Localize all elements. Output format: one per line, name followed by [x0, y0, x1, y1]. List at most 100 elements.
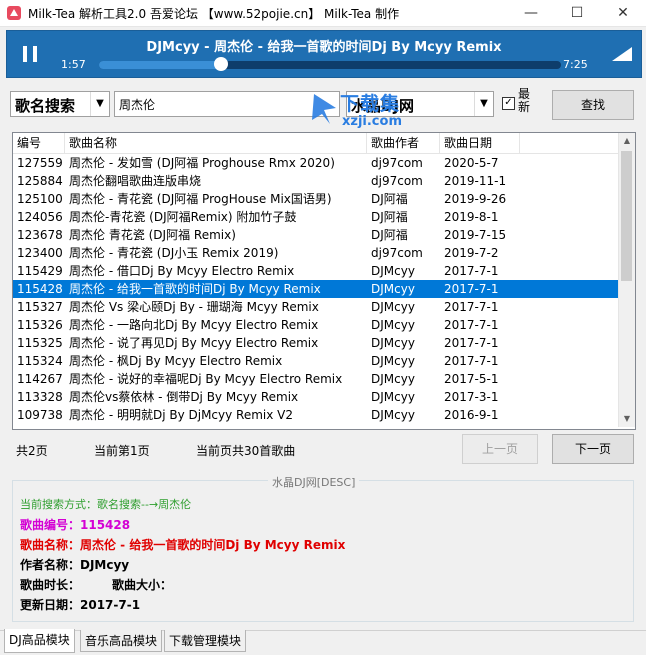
cell-id: 114267	[17, 372, 63, 386]
header-author[interactable]: 歌曲作者	[367, 133, 440, 153]
cell-name: 周杰伦 Vs 梁心颐Dj By - 珊瑚海 Mcyy Remix	[69, 300, 319, 314]
details-group-title: 水晶DJ网[DESC]	[268, 474, 360, 490]
header-id[interactable]: 编号	[13, 133, 65, 153]
table-row[interactable]: 115325 周杰伦 - 说了再见Dj By Mcyy Electro Remix…	[13, 334, 619, 352]
table-row[interactable]: 125100 周杰伦 - 青花瓷 (DJ阿福 ProgHouse Mix国语男) D…	[13, 190, 619, 208]
author-text: 作者名称：DJMcyy	[20, 558, 130, 572]
cell-name: 周杰伦 - 一路向北Dj By Mcyy Electro Remix	[69, 318, 319, 332]
cell-author: DJMcyy	[371, 282, 415, 296]
tab-download-module[interactable]: 下载管理模块	[164, 630, 247, 652]
cell-id: 109738	[17, 408, 63, 422]
source-value: 水晶DJ网	[351, 97, 415, 115]
cell-author: DJMcyy	[371, 372, 415, 386]
cell-id: 125100	[17, 192, 63, 206]
cell-id: 115326	[17, 318, 63, 332]
cell-name: 周杰伦 - 青花瓷 (DJ小玉 Remix 2019)	[69, 246, 279, 260]
cell-id: 115429	[17, 264, 63, 278]
cell-author: DJ阿福	[371, 228, 408, 242]
close-button[interactable]: ✕	[600, 0, 646, 26]
search-mode-value: 歌名搜索	[15, 97, 76, 115]
table-row[interactable]: 113328 周杰伦vs蔡依林 - 倒带Dj By Mcyy Remix DJMcy…	[13, 388, 619, 406]
cell-date: 2020-5-7	[444, 156, 499, 170]
cell-id: 127559	[17, 156, 63, 170]
cell-id: 123678	[17, 228, 63, 242]
table-row[interactable]: 124056 周杰伦-青花瓷 (DJ阿福Remix) 附加竹子鼓 DJ阿福 2019-…	[13, 208, 619, 226]
chevron-down-icon[interactable]: ▼	[90, 92, 109, 116]
table-row[interactable]: 115428 周杰伦 - 给我一首歌的时间Dj By Mcyy Remix DJMc…	[13, 280, 619, 298]
prev-page-button[interactable]: 上一页	[462, 434, 538, 464]
table-row[interactable]: 125884 周杰伦翻唱歌曲连版串烧 dj97com 2019-11-1	[13, 172, 619, 190]
table-row[interactable]: 123678 周杰伦 青花瓷 (DJ阿福 Remix) DJ阿福 2019-7-15	[13, 226, 619, 244]
player-bar: DJMcyy - 周杰伦 - 给我一首歌的时间Dj By Mcyy Remix …	[6, 30, 642, 78]
source-select[interactable]: 水晶DJ网 ▼	[346, 91, 494, 117]
cell-author: DJMcyy	[371, 336, 415, 350]
window-title: Milk-Tea 解析工具2.0 吾爱论坛 【www.52pojie.cn】 M…	[28, 7, 400, 21]
scroll-up-icon[interactable]: ▲	[619, 133, 635, 149]
cell-date: 2019-7-15	[444, 228, 507, 242]
table-row[interactable]: 115429 周杰伦 - 借口Dj By Mcyy Electro Remix DJ…	[13, 262, 619, 280]
cell-date: 2017-7-1	[444, 336, 499, 350]
cell-date: 2017-7-1	[444, 318, 499, 332]
cell-name: 周杰伦 - 借口Dj By Mcyy Electro Remix	[69, 264, 295, 278]
page-song-count: 当前页共30首歌曲	[196, 444, 296, 458]
maximize-button[interactable]: ☐	[554, 0, 600, 26]
update-date-text: 更新日期：2017-7-1	[20, 598, 141, 612]
table-row[interactable]: 114267 周杰伦 - 说好的幸福呢Dj By Mcyy Electro Rem…	[13, 370, 619, 388]
progress-thumb[interactable]	[213, 57, 228, 71]
table-body: 127559 周杰伦 - 发如雪 (DJ阿福 Proghouse Rmx 2020…	[13, 154, 619, 424]
cell-author: dj97com	[371, 174, 423, 188]
table-row[interactable]: 115326 周杰伦 - 一路向北Dj By Mcyy Electro Remix…	[13, 316, 619, 334]
table-scrollbar[interactable]: ▲ ▼	[618, 133, 635, 427]
search-button[interactable]: 查找	[552, 90, 634, 120]
total-pages: 共2页	[16, 444, 48, 458]
next-page-button[interactable]: 下一页	[552, 434, 634, 464]
cell-author: DJ阿福	[371, 192, 408, 206]
cell-date: 2017-7-1	[444, 264, 499, 278]
song-name-text: 歌曲名称：周杰伦 - 给我一首歌的时间Dj By Mcyy Remix	[20, 538, 346, 552]
keyword-input[interactable]	[114, 91, 340, 117]
size-text: 歌曲大小：	[112, 578, 173, 592]
table-row[interactable]: 115324 周杰伦 - 枫Dj By Mcyy Electro Remix DJM…	[13, 352, 619, 370]
track-title: DJMcyy - 周杰伦 - 给我一首歌的时间Dj By Mcyy Remix	[146, 40, 502, 55]
current-page: 当前第1页	[94, 444, 150, 458]
cell-id: 113328	[17, 390, 63, 404]
cell-name: 周杰伦-青花瓷 (DJ阿福Remix) 附加竹子鼓	[69, 210, 297, 224]
scroll-thumb[interactable]	[621, 151, 632, 281]
cell-date: 2017-5-1	[444, 372, 499, 386]
cell-id: 124056	[17, 210, 63, 224]
cell-name: 周杰伦 - 说了再见Dj By Mcyy Electro Remix	[69, 336, 319, 350]
header-date[interactable]: 歌曲日期	[440, 133, 520, 153]
cell-name: 周杰伦 - 发如雪 (DJ阿福 Proghouse Rmx 2020)	[69, 156, 335, 170]
scroll-down-icon[interactable]: ▼	[619, 411, 635, 427]
cell-author: DJMcyy	[371, 408, 415, 422]
table-header: 编号 歌曲名称 歌曲作者 歌曲日期	[13, 133, 619, 154]
cell-id: 125884	[17, 174, 63, 188]
cell-date: 2016-9-1	[444, 408, 499, 422]
header-name[interactable]: 歌曲名称	[65, 133, 367, 153]
duration-text: 歌曲时长：	[20, 578, 81, 592]
cell-id: 123400	[17, 246, 63, 260]
pause-icon[interactable]	[15, 39, 45, 69]
tab-music-module[interactable]: 音乐高品模块	[80, 630, 163, 652]
chevron-down-icon[interactable]: ▼	[474, 92, 493, 116]
table-row[interactable]: 127559 周杰伦 - 发如雪 (DJ阿福 Proghouse Rmx 2020…	[13, 154, 619, 172]
cell-author: DJ阿福	[371, 210, 408, 224]
search-mode-select[interactable]: 歌名搜索 ▼	[10, 91, 110, 117]
table-row[interactable]: 115327 周杰伦 Vs 梁心颐Dj By - 珊瑚海 Mcyy Remix DJ…	[13, 298, 619, 316]
search-method-text: 当前搜索方式：歌名搜索--→周杰伦	[20, 498, 192, 511]
cell-date: 2019-8-1	[444, 210, 499, 224]
title-bar: Milk-Tea 解析工具2.0 吾爱论坛 【www.52pojie.cn】 M…	[0, 0, 646, 27]
cell-id: 115327	[17, 300, 63, 314]
table-row[interactable]: 123400 周杰伦 - 青花瓷 (DJ小玉 Remix 2019) dj97com…	[13, 244, 619, 262]
progress-slider[interactable]	[99, 57, 561, 71]
minimize-button[interactable]: —	[508, 0, 554, 26]
tab-dj-module[interactable]: DJ高品模块	[4, 629, 75, 653]
cell-date: 2017-7-1	[444, 354, 499, 368]
cell-author: dj97com	[371, 156, 423, 170]
latest-checkbox[interactable]: ✓	[502, 97, 515, 110]
table-row[interactable]: 109738 周杰伦 - 明明就Dj By DjMcyy Remix V2 DJMc…	[13, 406, 619, 424]
volume-icon[interactable]	[611, 45, 633, 63]
cell-date: 2017-3-1	[444, 390, 499, 404]
cell-author: DJMcyy	[371, 354, 415, 368]
cell-name: 周杰伦 - 明明就Dj By DjMcyy Remix V2	[69, 408, 294, 422]
